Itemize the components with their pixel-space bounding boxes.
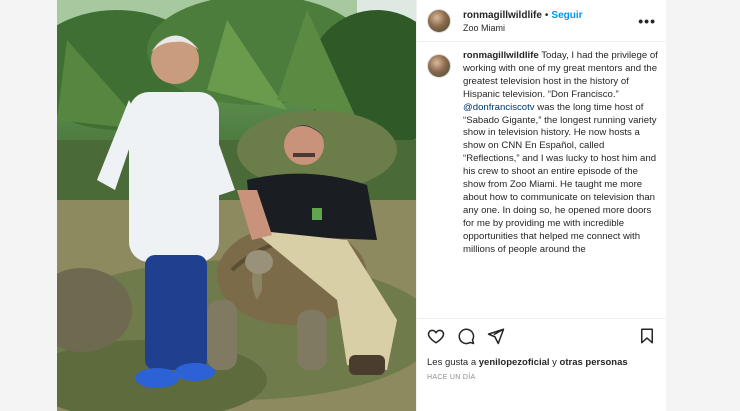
action-icons (417, 319, 666, 345)
heart-icon[interactable] (427, 327, 445, 345)
likes-prefix: Les gusta a (427, 357, 479, 368)
author-info: ronmagillwildlife • Seguir Zoo Miami (463, 7, 638, 35)
post-actions: Les gusta a yenilopezoficial y otras per… (417, 318, 666, 410)
post-header: ronmagillwildlife • Seguir Zoo Miami ••• (417, 0, 666, 42)
author-username[interactable]: ronmagillwildlife (463, 10, 542, 21)
comment-icon[interactable] (457, 327, 475, 345)
likes-suffix: y (549, 357, 560, 368)
caption-avatar[interactable] (427, 54, 451, 78)
more-options-icon[interactable]: ••• (638, 13, 656, 29)
author-avatar[interactable] (427, 8, 451, 33)
likes-line: Les gusta a yenilopezoficial y otras per… (417, 345, 666, 368)
post-location[interactable]: Zoo Miami (463, 22, 638, 35)
caption-text-2: was the long time host of “Sabado Gigant… (463, 101, 657, 255)
caption-username[interactable]: ronmagillwildlife (463, 50, 539, 61)
post-date[interactable]: HACE UN DÍA (417, 368, 666, 381)
post-side-panel: ronmagillwildlife • Seguir Zoo Miami ••• r… (416, 0, 666, 411)
bookmark-icon[interactable] (638, 327, 656, 345)
likes-user[interactable]: yenilopezoficial (479, 357, 550, 368)
share-icon[interactable] (487, 327, 505, 345)
caption-area: ronmagillwildlife Today, I had the privi… (427, 50, 658, 313)
post-caption: ronmagillwildlife Today, I had the privi… (463, 50, 658, 313)
likes-others[interactable]: otras personas (560, 357, 628, 368)
post-photo[interactable] (57, 0, 416, 411)
follow-button[interactable]: Seguir (551, 10, 582, 21)
caption-mention[interactable]: @donfranciscotv (463, 102, 535, 113)
separator-dot: • (544, 9, 549, 21)
photo-illustration (57, 0, 416, 411)
instagram-post: ronmagillwildlife • Seguir Zoo Miami ••• r… (57, 0, 666, 411)
